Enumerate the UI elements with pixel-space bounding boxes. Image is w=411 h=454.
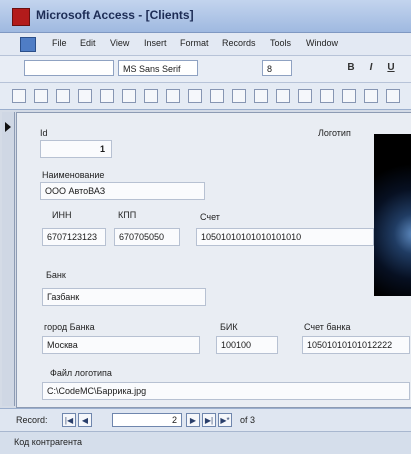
new-record-icon[interactable] xyxy=(342,89,356,103)
id-label: Id xyxy=(40,128,48,138)
new-record-nav-icon[interactable]: ▶* xyxy=(218,413,232,427)
bold-button[interactable]: B xyxy=(344,61,358,75)
account-label: Счет xyxy=(200,212,220,222)
menu-insert[interactable]: Insert xyxy=(144,38,167,48)
record-selector[interactable] xyxy=(2,112,15,406)
bank-field[interactable]: Газбанк xyxy=(42,288,206,306)
status-bar: Код контрагента xyxy=(0,431,411,454)
menu-window[interactable]: Window xyxy=(306,38,338,48)
last-record-icon[interactable]: ▶| xyxy=(202,413,216,427)
cut-icon[interactable] xyxy=(122,89,136,103)
save-icon[interactable] xyxy=(34,89,48,103)
apply-filter-icon[interactable] xyxy=(298,89,312,103)
bank-account-label: Счет банка xyxy=(304,322,351,332)
italic-button[interactable]: I xyxy=(364,61,378,75)
print-icon[interactable] xyxy=(56,89,70,103)
window-title: Microsoft Access - [Clients] xyxy=(36,8,194,22)
object-combo[interactable] xyxy=(24,60,114,76)
name-label: Наименование xyxy=(42,170,105,180)
menu-tools[interactable]: Tools xyxy=(270,38,291,48)
underline-button[interactable]: U xyxy=(384,61,398,75)
record-navigation-bar: Record: |◀ ◀ 2 ▶ ▶| ▶* of 3 xyxy=(0,408,411,431)
spelling-icon[interactable] xyxy=(100,89,114,103)
kpp-label: КПП xyxy=(118,210,137,220)
previous-record-icon[interactable]: ◀ xyxy=(78,413,92,427)
inn-label: ИНН xyxy=(52,210,72,220)
undo-icon[interactable] xyxy=(188,89,202,103)
copy-icon[interactable] xyxy=(144,89,158,103)
bank-city-field[interactable]: Москва xyxy=(42,336,200,354)
bank-label: Банк xyxy=(46,270,66,280)
find-icon[interactable] xyxy=(320,89,334,103)
delete-record-icon[interactable] xyxy=(364,89,378,103)
bik-label: БИК xyxy=(220,322,238,332)
name-field[interactable]: ООО АвтоВАЗ xyxy=(40,182,205,200)
bank-city-label: город Банка xyxy=(44,322,95,332)
record-total: of 3 xyxy=(240,415,256,425)
logo-label: Логотип xyxy=(318,128,351,138)
view-icon[interactable] xyxy=(12,89,26,103)
menu-bar: File Edit View Insert Format Records Too… xyxy=(0,33,411,56)
record-label: Record: xyxy=(16,415,48,425)
logo-file-label: Файл логотипа xyxy=(50,368,112,378)
id-field[interactable]: 1 xyxy=(40,140,112,158)
sort-descending-icon[interactable] xyxy=(254,89,268,103)
preview-icon[interactable] xyxy=(78,89,92,103)
menu-edit[interactable]: Edit xyxy=(80,38,96,48)
logo-image xyxy=(374,134,411,296)
font-size-combo[interactable]: 8 xyxy=(262,60,292,76)
menu-file[interactable]: File xyxy=(52,38,67,48)
next-record-icon[interactable]: ▶ xyxy=(186,413,200,427)
properties-icon[interactable] xyxy=(386,89,400,103)
inn-field[interactable]: 6707123123 xyxy=(42,228,106,246)
formatting-toolbar: MS Sans Serif 8 B I U xyxy=(0,56,411,83)
account-field[interactable]: 10501010101010101010 xyxy=(196,228,374,246)
access-app-icon[interactable] xyxy=(12,8,30,26)
bik-field[interactable]: 100100 xyxy=(216,336,278,354)
menu-records[interactable]: Records xyxy=(222,38,256,48)
kpp-field[interactable]: 670705050 xyxy=(114,228,180,246)
menu-view[interactable]: View xyxy=(110,38,129,48)
sort-ascending-icon[interactable] xyxy=(232,89,246,103)
filter-icon[interactable] xyxy=(276,89,290,103)
bank-account-field[interactable]: 10501010101012222 xyxy=(302,336,410,354)
paste-icon[interactable] xyxy=(166,89,180,103)
insert-hyperlink-icon[interactable] xyxy=(210,89,224,103)
current-record-arrow-icon xyxy=(5,122,11,132)
current-record-input[interactable]: 2 xyxy=(112,413,182,427)
status-text: Код контрагента xyxy=(14,437,83,447)
form-toolbar xyxy=(0,83,411,110)
first-record-icon[interactable]: |◀ xyxy=(62,413,76,427)
form-document-icon[interactable] xyxy=(20,37,36,52)
logo-file-field[interactable]: C:\CodeMC\Баррика.jpg xyxy=(42,382,410,400)
font-combo[interactable]: MS Sans Serif xyxy=(118,60,198,76)
title-bar: Microsoft Access - [Clients] xyxy=(0,0,411,33)
menu-format[interactable]: Format xyxy=(180,38,209,48)
